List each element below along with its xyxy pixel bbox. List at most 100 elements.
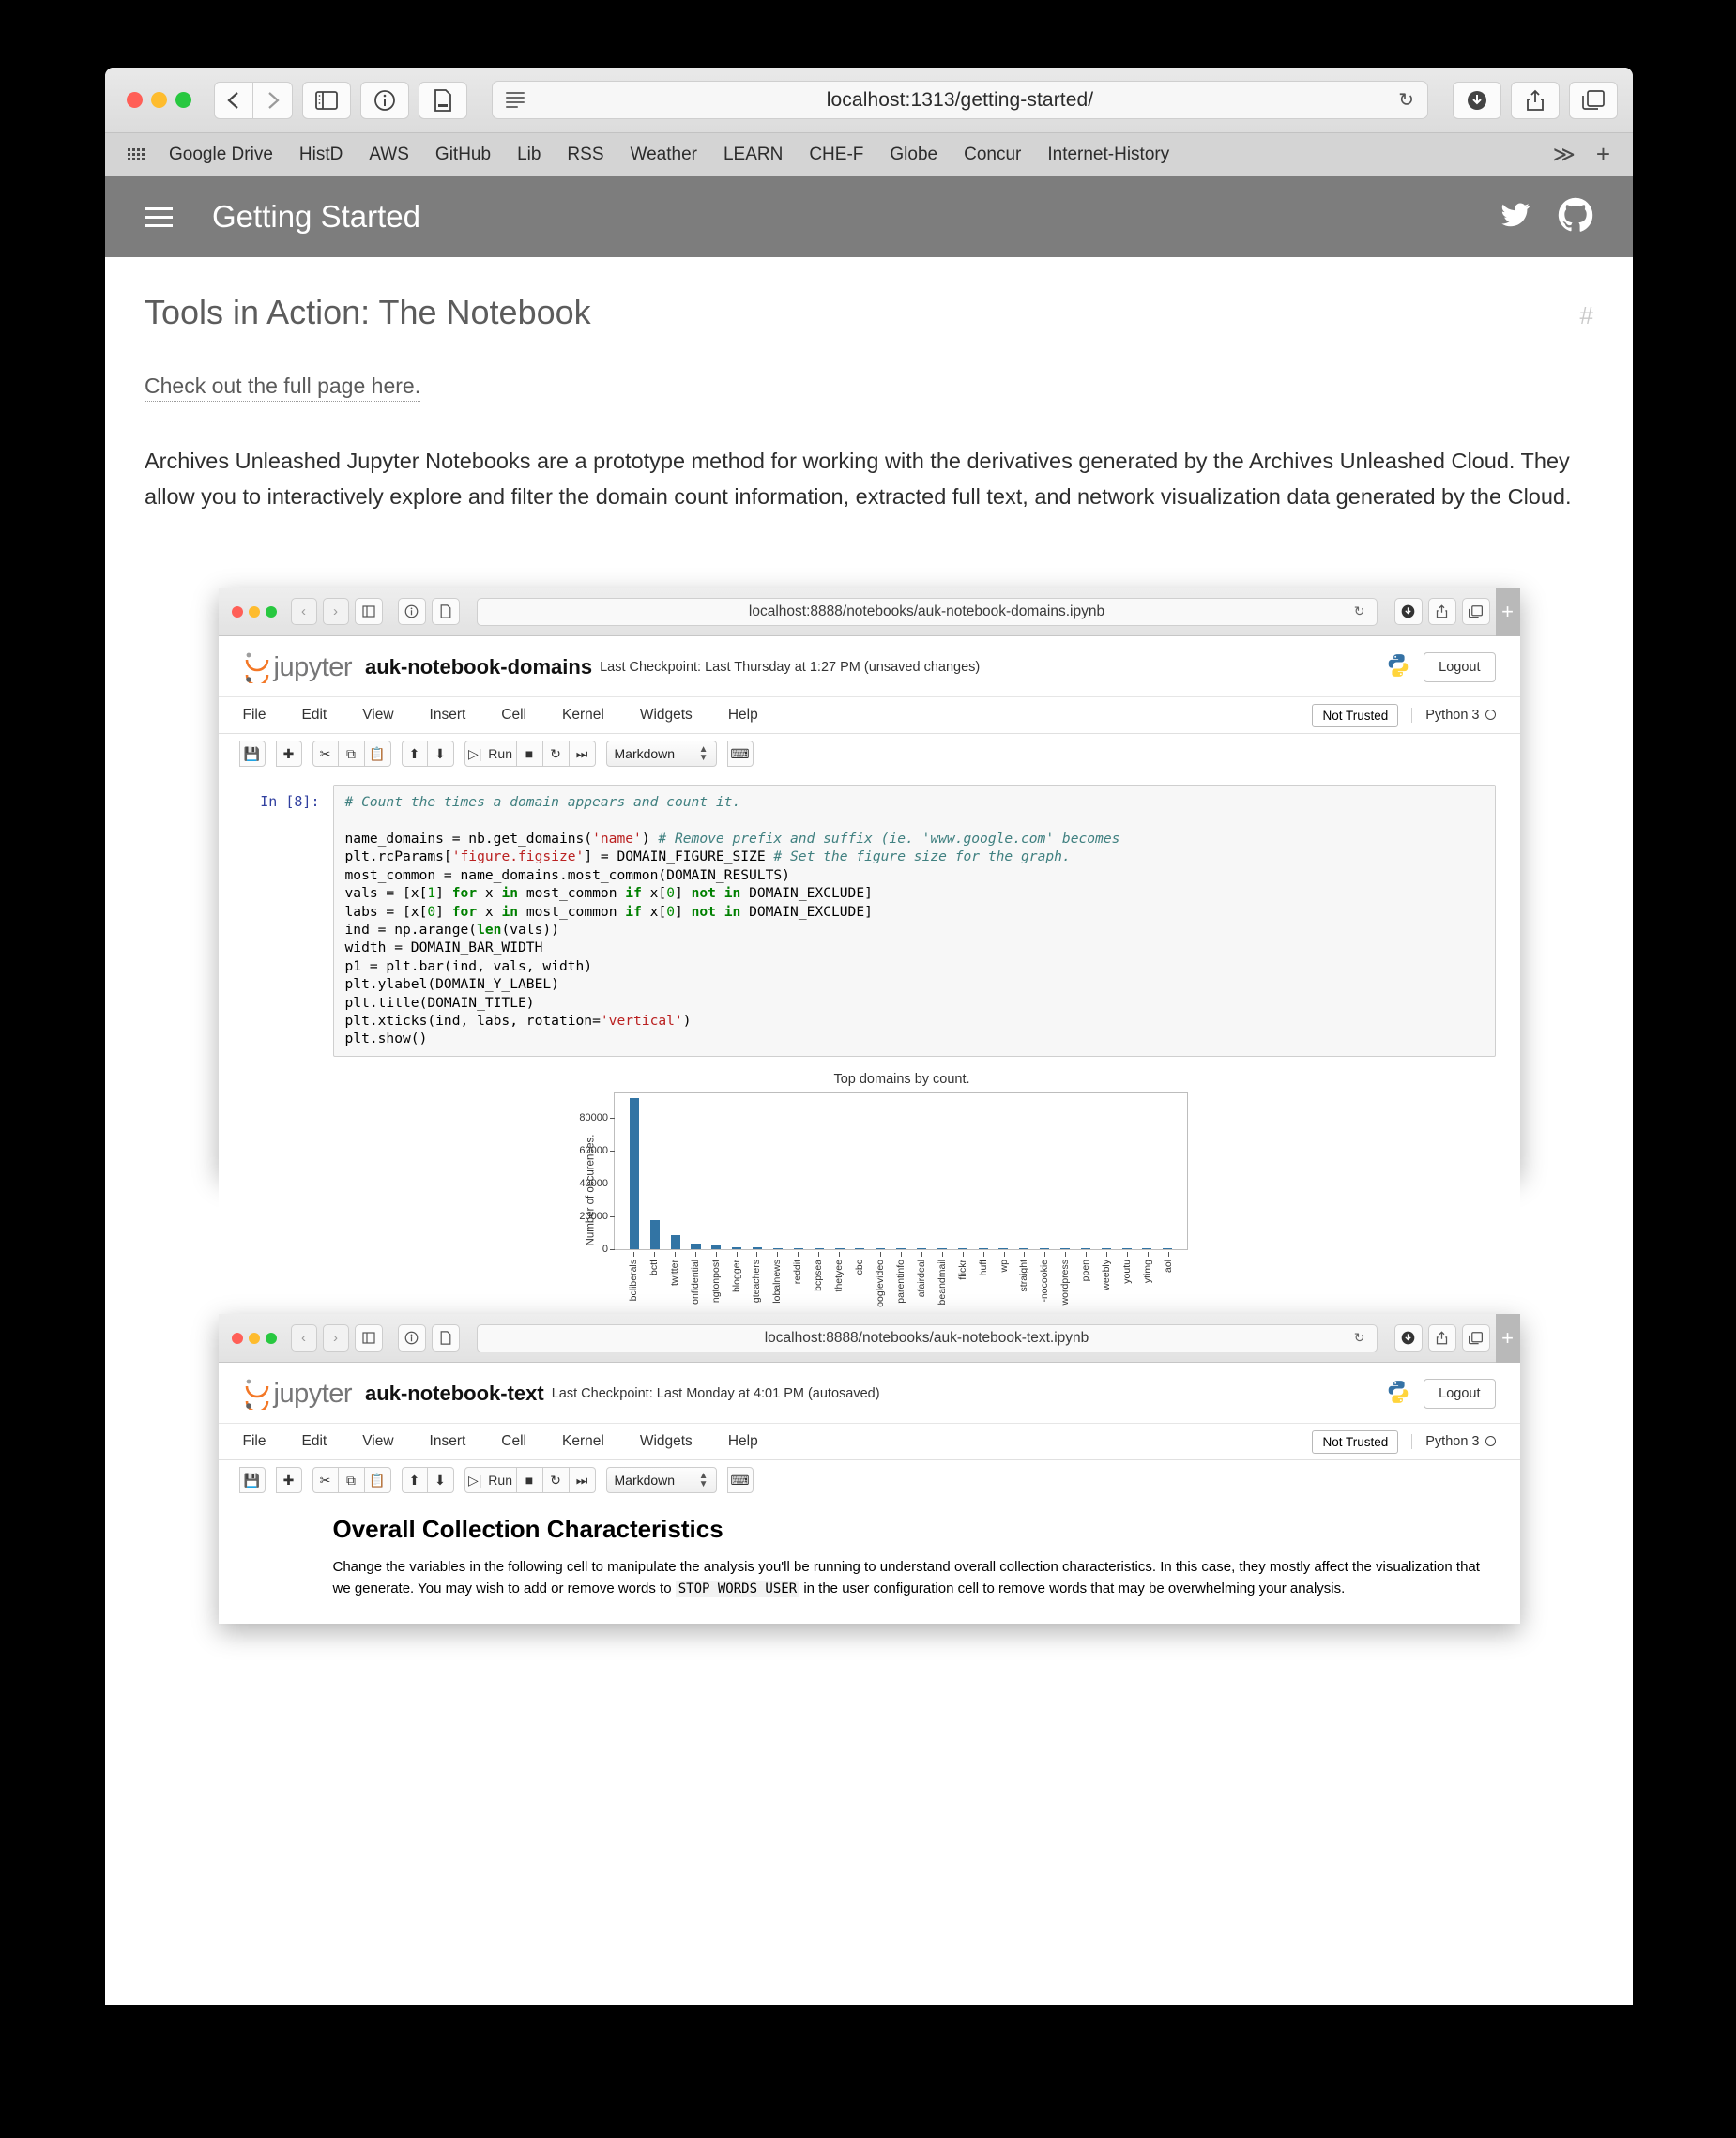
url-bar[interactable]: localhost:1313/getting-started/ ↻ — [492, 81, 1428, 119]
menu-item-widgets[interactable]: Widgets — [622, 707, 710, 724]
restart-run-all-icon[interactable]: ⏭ — [569, 741, 596, 768]
minimize-icon[interactable] — [248, 1332, 260, 1344]
window-controls[interactable] — [127, 92, 191, 108]
notebook-name[interactable]: auk-notebook-domains — [365, 655, 592, 680]
add-cell-icon[interactable]: ✚ — [275, 1467, 302, 1494]
add-cell-icon[interactable]: ✚ — [275, 741, 302, 768]
markdown-cell[interactable]: Overall Collection Characteristics Chang… — [219, 1502, 1520, 1600]
reload-icon[interactable]: ↻ — [1398, 88, 1414, 112]
downloads-icon[interactable] — [1393, 598, 1423, 626]
minimize-icon[interactable] — [151, 92, 167, 108]
minimize-icon[interactable] — [248, 605, 260, 618]
menu-item-cell[interactable]: Cell — [483, 1433, 544, 1450]
maximize-icon[interactable] — [265, 1332, 277, 1344]
inner-url-bar[interactable]: localhost:8888/notebooks/auk-notebook-do… — [476, 597, 1378, 626]
info-icon[interactable] — [397, 598, 426, 626]
nav-buttons[interactable] — [214, 81, 293, 119]
stop-icon[interactable]: ■ — [516, 741, 543, 768]
cell-source[interactable]: # Count the times a domain appears and c… — [332, 785, 1496, 1057]
inner-window-controls[interactable] — [231, 1332, 277, 1344]
save-icon[interactable]: 💾 — [238, 741, 266, 768]
menu-item-help[interactable]: Help — [710, 1433, 776, 1450]
share-icon[interactable] — [1427, 1324, 1456, 1352]
bookmark-item[interactable]: Lib — [504, 145, 554, 165]
tabs-icon[interactable] — [1461, 1324, 1490, 1352]
apps-grid-icon[interactable] — [128, 148, 145, 160]
menu-item-cell[interactable]: Cell — [483, 707, 544, 724]
code-cell[interactable]: In [8]: # Count the times a domain appea… — [219, 785, 1520, 1057]
twitter-icon[interactable] — [1498, 200, 1533, 235]
menu-item-file[interactable]: File — [243, 707, 284, 724]
back-icon[interactable] — [214, 81, 253, 119]
bookmark-item[interactable]: Concur — [951, 145, 1034, 165]
move-down-icon[interactable]: ⬇ — [427, 741, 454, 768]
bookmark-item[interactable]: CHE-F — [796, 145, 876, 165]
menu-item-file[interactable]: File — [243, 1433, 284, 1450]
move-down-icon[interactable]: ⬇ — [427, 1467, 454, 1494]
copy-icon[interactable]: ⧉ — [338, 1467, 365, 1494]
back-icon[interactable]: ‹ — [290, 1324, 317, 1352]
logout-button[interactable]: Logout — [1424, 1379, 1496, 1410]
jupyter-logo-icon[interactable]: jupyter — [243, 651, 353, 684]
trust-badge[interactable]: Not Trusted — [1312, 1429, 1399, 1454]
sidebar-icon[interactable] — [302, 81, 351, 119]
trust-badge[interactable]: Not Trusted — [1312, 703, 1399, 727]
bookmark-item[interactable]: HistD — [286, 145, 356, 165]
restart-icon[interactable]: ↻ — [542, 1467, 570, 1494]
bookmark-item[interactable]: Internet-History — [1034, 145, 1182, 165]
info-icon[interactable] — [397, 1324, 426, 1352]
restart-icon[interactable]: ↻ — [542, 741, 570, 768]
menu-item-insert[interactable]: Insert — [412, 1433, 484, 1450]
bookmark-item[interactable]: LEARN — [710, 145, 796, 165]
logout-button[interactable]: Logout — [1424, 652, 1496, 683]
full-page-link[interactable]: Check out the full page here. — [145, 374, 421, 402]
page-icon[interactable] — [431, 598, 460, 626]
page-icon[interactable] — [431, 1324, 460, 1352]
bookmarks-overflow-icon[interactable]: ≫ — [1542, 142, 1587, 167]
bookmark-item[interactable]: Globe — [876, 145, 951, 165]
share-icon[interactable] — [1511, 81, 1560, 119]
menu-item-edit[interactable]: Edit — [283, 707, 344, 724]
cut-icon[interactable]: ✂ — [312, 741, 339, 768]
menu-item-view[interactable]: View — [344, 707, 411, 724]
menu-item-kernel[interactable]: Kernel — [544, 1433, 622, 1450]
move-up-icon[interactable]: ⬆ — [401, 1467, 428, 1494]
menu-item-edit[interactable]: Edit — [283, 1433, 344, 1450]
menu-item-help[interactable]: Help — [710, 707, 776, 724]
maximize-icon[interactable] — [175, 92, 191, 108]
forward-icon[interactable]: › — [322, 1324, 349, 1352]
sidebar-icon[interactable] — [354, 1324, 383, 1352]
paste-icon[interactable]: 📋 — [364, 741, 391, 768]
cell-type-select[interactable]: Markdown ▲ ▼ — [605, 741, 717, 768]
tabs-icon[interactable] — [1461, 598, 1490, 626]
reload-icon[interactable]: ↻ — [1354, 1330, 1365, 1346]
new-tab-icon[interactable]: + — [1587, 140, 1620, 169]
bookmark-item[interactable]: Google Drive — [156, 145, 286, 165]
run-button[interactable]: ▷| Run — [464, 741, 517, 768]
jupyter-logo-icon[interactable]: jupyter — [243, 1378, 353, 1411]
bookmark-item[interactable]: GitHub — [422, 145, 504, 165]
downloads-icon[interactable] — [1393, 1324, 1423, 1352]
reload-icon[interactable]: ↻ — [1354, 603, 1365, 619]
run-button[interactable]: ▷| Run — [464, 1467, 517, 1494]
bookmark-item[interactable]: Weather — [617, 145, 710, 165]
downloads-icon[interactable] — [1453, 81, 1501, 119]
menu-item-kernel[interactable]: Kernel — [544, 707, 622, 724]
close-icon[interactable] — [127, 92, 143, 108]
anchor-link-icon[interactable]: # — [1580, 301, 1593, 330]
github-icon[interactable] — [1558, 197, 1593, 237]
new-tab-icon[interactable]: + — [1495, 1313, 1520, 1363]
menu-item-insert[interactable]: Insert — [412, 707, 484, 724]
menu-item-view[interactable]: View — [344, 1433, 411, 1450]
save-icon[interactable]: 💾 — [238, 1467, 266, 1494]
menu-icon[interactable] — [145, 206, 173, 227]
restart-run-all-icon[interactable]: ⏭ — [569, 1467, 596, 1494]
info-icon[interactable] — [360, 81, 409, 119]
keyboard-icon[interactable]: ⌨ — [726, 741, 754, 768]
share-icon[interactable] — [1427, 598, 1456, 626]
close-icon[interactable] — [231, 1332, 243, 1344]
stop-icon[interactable]: ■ — [516, 1467, 543, 1494]
tabs-icon[interactable] — [1569, 81, 1618, 119]
notebook-name[interactable]: auk-notebook-text — [365, 1382, 544, 1406]
new-tab-icon[interactable]: + — [1495, 587, 1520, 636]
